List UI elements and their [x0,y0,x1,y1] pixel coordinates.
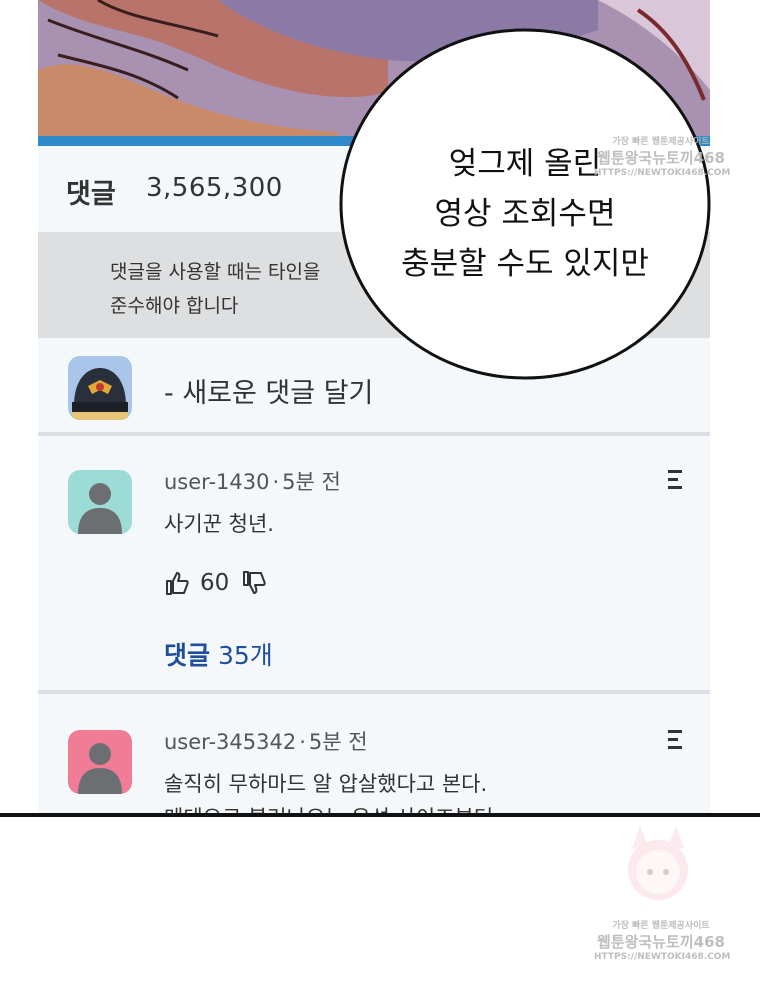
comment-text: 사기꾼 청년. [164,512,274,536]
thumbs-up-icon[interactable] [164,570,190,596]
watermark: 가장 빠른 웹툰제공사이트 웹툰왕국뉴토끼468 HTTPS://NEWTOKI… [594,918,731,962]
thumbs-down-icon[interactable] [241,570,267,596]
watermark-line-1: 가장 빠른 웹툰제공사이트 [612,137,710,147]
watermark-line-3: HTTPS://NEWTOKI468.COM [594,952,731,962]
police-cap-icon [68,356,132,420]
notice-line-1: 댓글을 사용할 때는 타인을 [110,261,321,283]
watermark-line-2: 웹툰왕국뉴토끼468 [597,149,725,167]
notice-line-2: 준수해야 합니다 [110,295,239,317]
more-menu-icon[interactable] [668,470,682,492]
watermark-line-1: 가장 빠른 웹툰제공사이트 [612,921,710,931]
replies-link[interactable]: 댓글 35개 [164,636,273,672]
like-count: 60 [200,570,230,596]
comments-label: 댓글 [66,179,116,210]
comment-item: user-345342·5분 전 솔직히 무하마드 알 압살했다고 본다. 메테… [38,700,710,816]
more-menu-icon[interactable] [668,730,682,752]
bubble-line-2: 영상 조회수면 [434,196,616,232]
panel-divider [0,813,760,817]
reaction-bar: 60 [164,568,267,598]
user-silhouette-icon [68,470,132,534]
watermark-mascot-icon [610,818,706,914]
comment-text: 솔직히 무하마드 알 압살했다고 본다. [164,772,488,796]
comment-time: 5분 전 [282,470,341,494]
comment-time: 5분 전 [308,730,368,754]
comment-meta: user-345342 · 5분 전 [164,726,368,756]
meta-separator: · [299,730,306,754]
comment-username[interactable]: user-1430 [164,470,269,494]
speech-bubble: 엊그제 올린 영상 조회수면 충분할 수도 있지만 [339,28,711,380]
bubble-line-3: 충분할 수도 있지만 [401,246,649,282]
comments-count: 3,565,300 [146,173,283,203]
user-silhouette-icon [68,730,132,794]
comment-meta: user-1430 · 5분 전 [164,466,341,496]
watermark: 가장 빠른 웹툰제공사이트 웹툰왕국뉴토끼468 HTTPS://NEWTOKI… [594,134,731,178]
replies-count: 35개 [217,641,273,670]
watermark-line-3: HTTPS://NEWTOKI468.COM [594,168,731,178]
meta-separator: · [272,470,280,494]
watermark-line-2: 웹툰왕국뉴토끼468 [597,933,725,951]
comment-item: user-1430 · 5분 전 사기꾼 청년. 60 댓글 35개 [38,440,710,694]
comment-username[interactable]: user-345342 [164,730,296,754]
replies-label: 댓글 [164,641,211,670]
